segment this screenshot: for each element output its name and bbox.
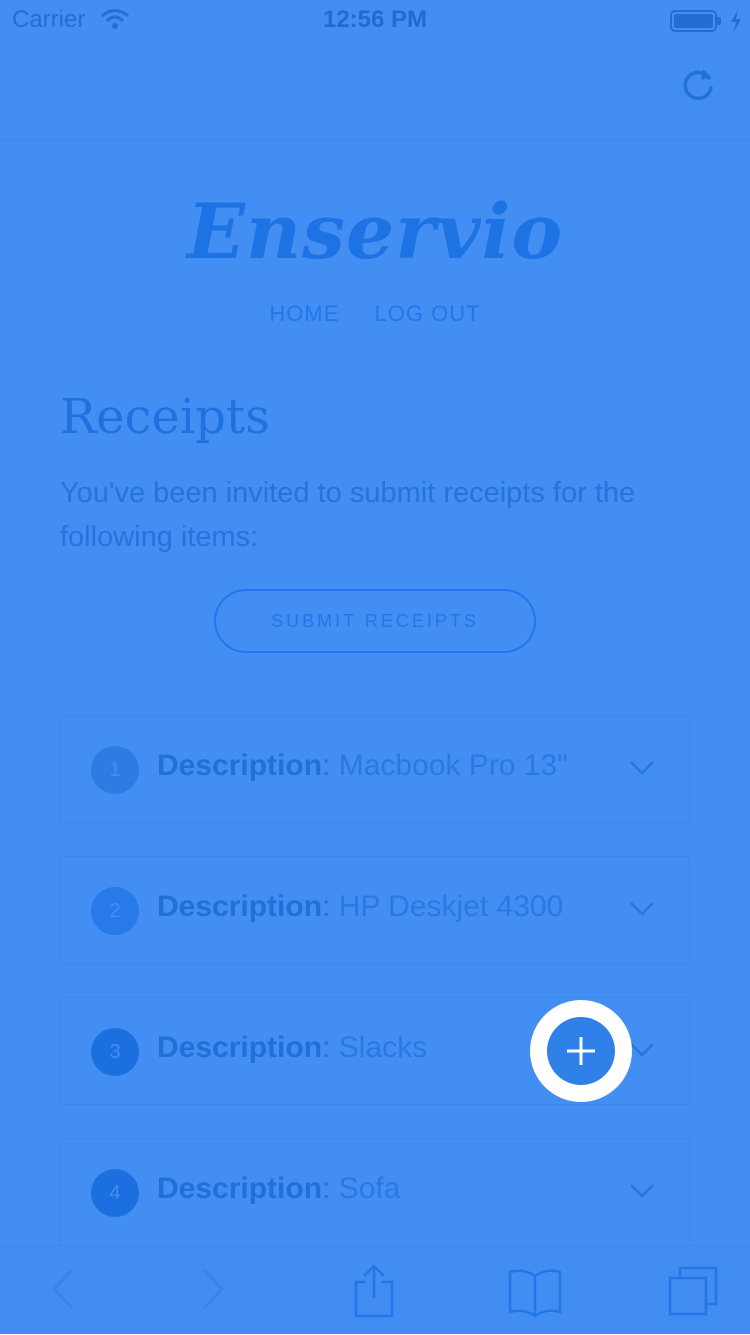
web-page: Enservio HOME LOG OUT Receipts You've be… bbox=[0, 141, 750, 1245]
receipt-item-1[interactable]: 1 Description: Macbook Pro 13" bbox=[60, 715, 690, 823]
intro-text: You've been invited to submit receipts f… bbox=[60, 477, 636, 553]
receipt-description: Description: Macbook Pro 13" bbox=[157, 749, 568, 782]
receipt-description: Description: HP Deskjet 4300 bbox=[157, 890, 564, 923]
receipt-number-badge: 1 bbox=[91, 746, 139, 794]
description-label: Description bbox=[157, 749, 323, 782]
receipt-number-badge: 2 bbox=[91, 887, 139, 935]
chevron-down-icon[interactable] bbox=[629, 1042, 655, 1063]
chevron-down-icon[interactable] bbox=[629, 901, 655, 922]
submit-receipts-button[interactable]: SUBMIT RECEIPTS bbox=[214, 589, 536, 653]
back-icon[interactable] bbox=[48, 1264, 78, 1319]
top-nav: HOME LOG OUT bbox=[0, 301, 750, 327]
share-icon[interactable] bbox=[352, 1264, 396, 1323]
battery-icon bbox=[670, 10, 722, 37]
receipt-number-badge: 3 bbox=[91, 1028, 139, 1076]
receipt-description: Description: Slacks bbox=[157, 1031, 428, 1064]
description-label: Description bbox=[157, 1172, 323, 1205]
bookmarks-icon[interactable] bbox=[508, 1264, 562, 1323]
chevron-down-icon[interactable] bbox=[629, 760, 655, 781]
charging-icon bbox=[730, 10, 742, 37]
description-value: Macbook Pro 13" bbox=[338, 749, 568, 782]
description-value: Sofa bbox=[338, 1172, 401, 1205]
forward-icon[interactable] bbox=[198, 1264, 228, 1319]
enservio-logo: Enservio bbox=[186, 187, 564, 276]
home-link[interactable]: HOME bbox=[269, 301, 339, 326]
browser-toolbar bbox=[0, 1245, 750, 1335]
add-button-circle bbox=[547, 1017, 615, 1085]
receipt-description: Description: Sofa bbox=[157, 1172, 401, 1205]
reload-icon[interactable] bbox=[678, 64, 718, 104]
description-value: HP Deskjet 4300 bbox=[338, 890, 564, 923]
description-label: Description bbox=[157, 1031, 323, 1064]
tabs-icon[interactable] bbox=[666, 1264, 720, 1323]
description-label: Description bbox=[157, 890, 323, 923]
chevron-down-icon[interactable] bbox=[629, 1183, 655, 1204]
receipt-item-2[interactable]: 2 Description: HP Deskjet 4300 bbox=[60, 856, 690, 964]
clock: 12:56 PM bbox=[322, 6, 428, 33]
receipt-item-4[interactable]: 4 Description: Sofa bbox=[60, 1138, 690, 1245]
screen: Carrier 12:56 PM Enservio HOME LOG OUT R… bbox=[0, 0, 750, 1335]
add-receipt-button[interactable] bbox=[530, 1000, 632, 1102]
description-value: Slacks bbox=[338, 1031, 428, 1064]
logout-link[interactable]: LOG OUT bbox=[375, 301, 481, 326]
status-bar: Carrier 12:56 PM bbox=[0, 0, 750, 40]
browser-header bbox=[0, 40, 750, 141]
plus-icon bbox=[567, 1037, 595, 1070]
receipt-number-badge: 4 bbox=[91, 1169, 139, 1217]
page-title: Receipts bbox=[60, 389, 270, 445]
